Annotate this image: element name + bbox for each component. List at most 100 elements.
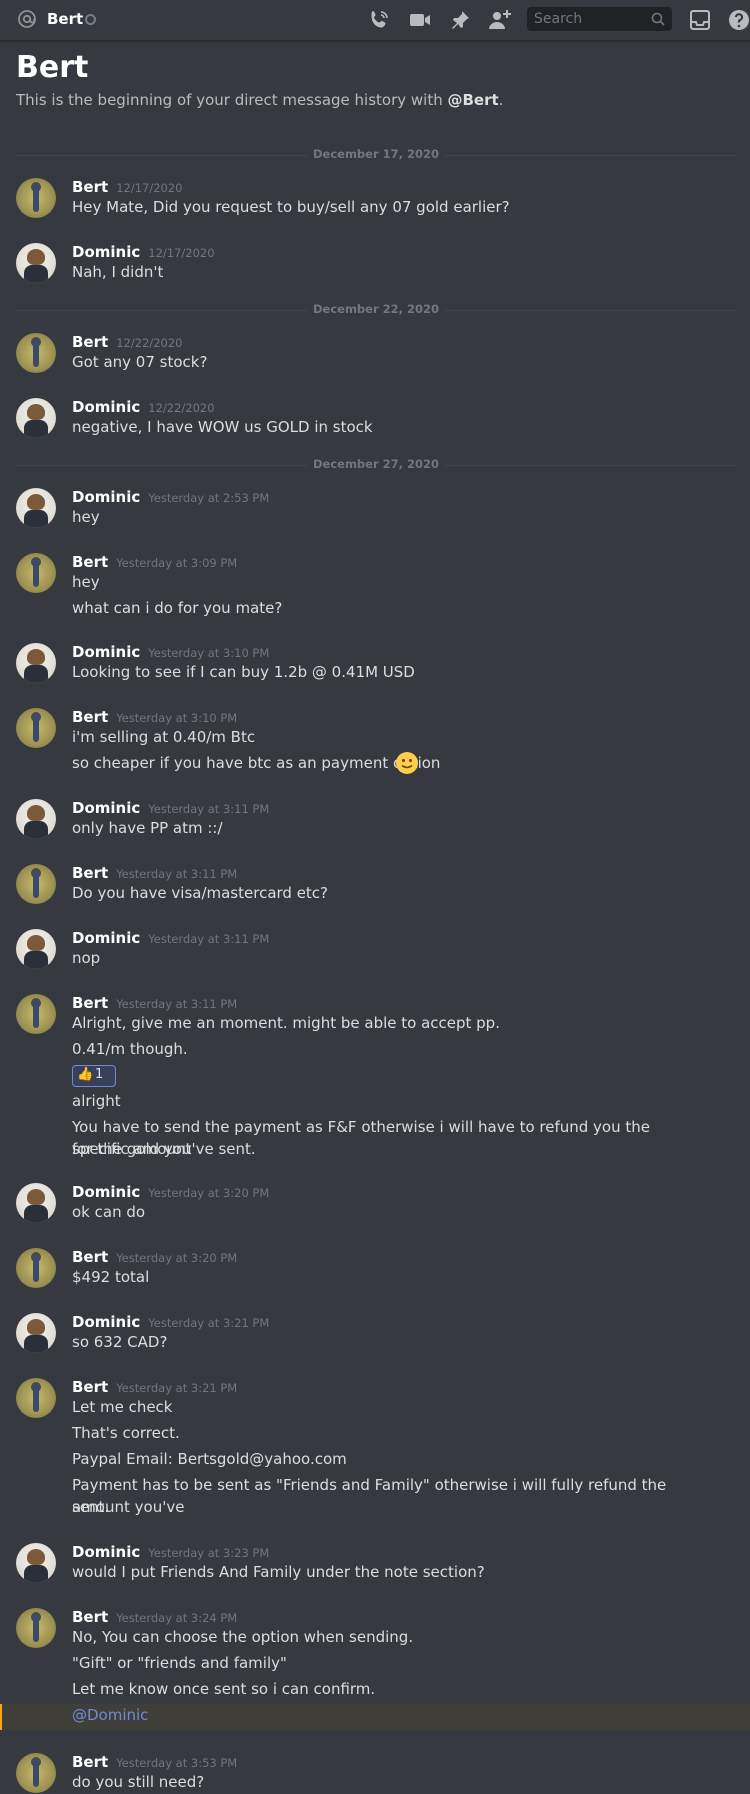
message-text: Do you have visa/mastercard etc? xyxy=(72,884,329,902)
message-text: "Gift" or "friends and family" xyxy=(72,1654,287,1672)
timestamp: Yesterday at 3:24 PM xyxy=(116,1611,238,1625)
timestamp: 12/22/2020 xyxy=(116,336,183,350)
author-name[interactable]: Dominic 12/17/2020 xyxy=(72,243,215,261)
author-name[interactable]: Dominic Yesterday at 3:11 PM xyxy=(72,799,269,817)
message-text: 0.41/m though. xyxy=(72,1040,188,1058)
message-text: for the gold you've sent. xyxy=(72,1140,256,1158)
author-name[interactable]: Bert 12/17/2020 xyxy=(72,178,182,196)
avatar[interactable] xyxy=(16,553,56,593)
message-text: Let me know once sent so i can confirm. xyxy=(72,1680,376,1698)
page-title: Bert xyxy=(16,50,89,85)
dm-header: Bert This is the beginning of your direc… xyxy=(16,50,503,109)
message-text: so cheaper if you have btc as an payment… xyxy=(72,752,440,774)
user-mention[interactable]: @Dominic xyxy=(72,1706,148,1724)
date-divider: December 22, 2020 xyxy=(16,302,736,316)
author-name[interactable]: Bert 12/22/2020 xyxy=(72,333,182,351)
avatar[interactable] xyxy=(16,178,56,218)
avatar[interactable] xyxy=(16,488,56,528)
message-text: ok can do xyxy=(72,1203,146,1221)
add-friend-icon[interactable] xyxy=(488,8,512,32)
message-text: alright xyxy=(72,1092,121,1110)
timestamp: Yesterday at 3:20 PM xyxy=(148,1186,270,1200)
pin-icon[interactable] xyxy=(448,8,472,32)
intro-mention[interactable]: @Bert xyxy=(447,91,498,109)
search-input[interactable]: Search xyxy=(527,7,672,31)
message-text: what can i do for you mate? xyxy=(72,599,283,617)
message-text: nop xyxy=(72,949,101,967)
call-icon[interactable] xyxy=(367,8,391,32)
message-text: That's correct. xyxy=(72,1424,180,1442)
channel-name: Bert xyxy=(47,10,84,28)
reaction-button[interactable]: 👍 1 xyxy=(72,1065,116,1087)
author-name[interactable]: Bert Yesterday at 3:11 PM xyxy=(72,864,237,882)
message-text: Paypal Email: Bertsgold@yahoo.com xyxy=(72,1450,347,1468)
timestamp: Yesterday at 3:11 PM xyxy=(148,802,270,816)
avatar[interactable] xyxy=(16,1248,56,1288)
author-name[interactable]: Bert Yesterday at 3:20 PM xyxy=(72,1248,237,1266)
timestamp: Yesterday at 3:11 PM xyxy=(148,932,270,946)
history-intro: This is the beginning of your direct mes… xyxy=(16,91,504,109)
message-text: $492 total xyxy=(72,1268,150,1286)
avatar[interactable] xyxy=(16,708,56,748)
message-text: hey xyxy=(72,573,100,591)
message-text: would I put Friends And Family under the… xyxy=(72,1563,485,1581)
timestamp: 12/22/2020 xyxy=(148,401,215,415)
status-icon xyxy=(85,14,96,25)
author-name[interactable]: Bert Yesterday at 3:53 PM xyxy=(72,1753,237,1771)
message-text: No, You can choose the option when sendi… xyxy=(72,1628,414,1646)
author-name[interactable]: Bert Yesterday at 3:21 PM xyxy=(72,1378,237,1396)
timestamp: Yesterday at 3:20 PM xyxy=(116,1251,238,1265)
timestamp: Yesterday at 3:10 PM xyxy=(116,711,238,725)
avatar[interactable] xyxy=(16,643,56,683)
avatar[interactable] xyxy=(16,1378,56,1418)
timestamp: Yesterday at 3:21 PM xyxy=(148,1316,270,1330)
author-name[interactable]: Dominic Yesterday at 2:53 PM xyxy=(72,488,269,506)
avatar[interactable] xyxy=(16,994,56,1034)
message-text: i'm selling at 0.40/m Btc xyxy=(72,728,256,746)
avatar[interactable] xyxy=(16,1608,56,1648)
avatar[interactable] xyxy=(16,333,56,373)
avatar[interactable] xyxy=(16,864,56,904)
message-text: hey xyxy=(72,508,100,526)
author-name[interactable]: Dominic Yesterday at 3:23 PM xyxy=(72,1543,269,1561)
top-bar: Bert Search xyxy=(0,0,750,41)
author-name[interactable]: Dominic Yesterday at 3:11 PM xyxy=(72,929,269,947)
slight-smile-emoji-icon xyxy=(396,752,418,774)
timestamp: Yesterday at 3:53 PM xyxy=(116,1756,238,1770)
avatar[interactable] xyxy=(16,1313,56,1353)
help-icon[interactable] xyxy=(727,8,750,32)
timestamp: Yesterday at 3:21 PM xyxy=(116,1381,238,1395)
avatar[interactable] xyxy=(16,398,56,438)
author-name[interactable]: Dominic Yesterday at 3:20 PM xyxy=(72,1183,269,1201)
timestamp: Yesterday at 3:23 PM xyxy=(148,1546,270,1560)
at-icon xyxy=(18,10,36,28)
author-name[interactable]: Dominic Yesterday at 3:10 PM xyxy=(72,643,269,661)
author-name[interactable]: Bert Yesterday at 3:09 PM xyxy=(72,553,237,571)
message-text: so 632 CAD? xyxy=(72,1333,168,1351)
avatar[interactable] xyxy=(16,929,56,969)
author-name[interactable]: Bert Yesterday at 3:10 PM xyxy=(72,708,237,726)
timestamp: 12/17/2020 xyxy=(148,246,215,260)
search-icon xyxy=(651,12,665,26)
author-name[interactable]: Dominic 12/22/2020 xyxy=(72,398,215,416)
timestamp: Yesterday at 3:10 PM xyxy=(148,646,270,660)
date-divider: December 17, 2020 xyxy=(16,147,736,161)
timestamp: 12/17/2020 xyxy=(116,181,183,195)
message-text: Got any 07 stock? xyxy=(72,353,208,371)
timestamp: Yesterday at 2:53 PM xyxy=(148,491,270,505)
avatar[interactable] xyxy=(16,1183,56,1223)
message-text: sent. xyxy=(72,1498,110,1516)
timestamp: Yesterday at 3:09 PM xyxy=(116,556,238,570)
inbox-icon[interactable] xyxy=(688,8,712,32)
avatar[interactable] xyxy=(16,243,56,283)
author-name[interactable]: Bert Yesterday at 3:24 PM xyxy=(72,1608,237,1626)
message-text: Let me check xyxy=(72,1398,173,1416)
video-icon[interactable] xyxy=(408,8,432,32)
author-name[interactable]: Dominic Yesterday at 3:21 PM xyxy=(72,1313,269,1331)
avatar[interactable] xyxy=(16,1753,56,1793)
avatar[interactable] xyxy=(16,799,56,839)
avatar[interactable] xyxy=(16,1543,56,1583)
thumbs-up-icon: 👍 xyxy=(77,1067,94,1082)
author-name[interactable]: Bert Yesterday at 3:11 PM xyxy=(72,994,237,1012)
message-text: only have PP atm ::/ xyxy=(72,819,223,837)
